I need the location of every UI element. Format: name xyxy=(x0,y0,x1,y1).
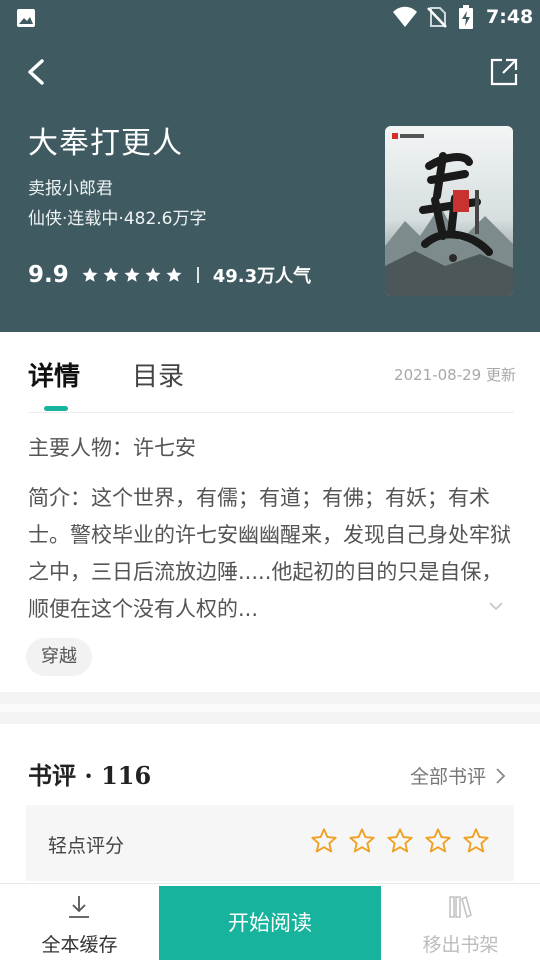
battery-charging-icon xyxy=(459,5,473,29)
wifi-icon xyxy=(393,6,417,27)
rating-score: 9.9 xyxy=(28,262,69,288)
star-icon xyxy=(82,267,98,282)
status-time: 7:48 xyxy=(486,6,534,28)
tab-bar: 详情 目录 2021-08-29 更新 xyxy=(0,332,540,414)
popularity-count: 49.3万人气 xyxy=(212,266,312,287)
bookshelf-icon xyxy=(449,895,472,919)
download-icon xyxy=(69,896,89,918)
all-reviews-label: 全部书评 xyxy=(410,766,487,788)
rating-stars xyxy=(81,266,183,284)
star-icon[interactable] xyxy=(348,827,376,855)
book-cover[interactable] xyxy=(385,126,513,296)
star-icon xyxy=(124,267,140,282)
divider xyxy=(196,267,199,283)
divider xyxy=(28,412,514,413)
book-header: 7:48 大奉打更人 卖报小郎君 仙侠·连载中·482.6万字 9.9 49.3… xyxy=(0,0,540,332)
star-icon[interactable] xyxy=(462,827,490,855)
star-icon xyxy=(166,267,182,282)
tag-chip[interactable]: 穿越 xyxy=(26,638,92,676)
star-icon xyxy=(103,267,119,282)
remove-from-shelf-label: 移出书架 xyxy=(422,934,499,956)
all-reviews-link[interactable]: 全部书评 xyxy=(410,762,508,789)
bottom-action-bar: 全本缓存 开始阅读 移出书架 xyxy=(0,883,540,960)
image-icon xyxy=(17,9,35,27)
rate-box: 轻点评分 xyxy=(26,805,514,881)
book-intro[interactable]: 简介：这个世界，有儒；有道；有佛；有妖；有术士。警校毕业的许七安幽幽醒来，发现自… xyxy=(28,480,512,628)
star-icon[interactable] xyxy=(310,827,338,855)
chevron-right-icon xyxy=(496,767,506,784)
tab-detail[interactable]: 详情 xyxy=(28,356,80,393)
update-date: 2021-08-29 更新 xyxy=(394,366,516,384)
book-meta: 仙侠·连载中·482.6万字 xyxy=(28,209,207,229)
rate-label: 轻点评分 xyxy=(48,835,125,857)
status-bar: 7:48 xyxy=(0,0,540,36)
main-character: 主要人物：许七安 xyxy=(28,436,196,460)
rate-stars xyxy=(310,827,490,855)
cache-all-label: 全本缓存 xyxy=(41,934,118,956)
section-divider xyxy=(0,692,540,724)
cache-all-button[interactable]: 全本缓存 xyxy=(0,884,159,960)
book-author[interactable]: 卖报小郎君 xyxy=(28,174,113,199)
tab-catalog[interactable]: 目录 xyxy=(132,356,184,393)
tab-indicator xyxy=(44,406,68,411)
rating-row: 9.9 49.3万人气 xyxy=(28,258,311,292)
book-title: 大奉打更人 xyxy=(28,126,183,161)
book-cover-image xyxy=(385,126,513,296)
star-icon[interactable] xyxy=(386,827,414,855)
review-section-title: 书评 · 116 xyxy=(28,761,152,790)
no-sim-icon xyxy=(427,7,447,28)
chevron-down-icon[interactable] xyxy=(486,596,506,616)
star-icon[interactable] xyxy=(424,827,452,855)
remove-from-shelf-button[interactable]: 移出书架 xyxy=(381,884,540,960)
start-reading-button[interactable]: 开始阅读 xyxy=(159,886,381,960)
share-icon[interactable] xyxy=(488,56,520,88)
star-icon xyxy=(145,267,161,282)
back-arrow-icon[interactable] xyxy=(22,56,52,88)
